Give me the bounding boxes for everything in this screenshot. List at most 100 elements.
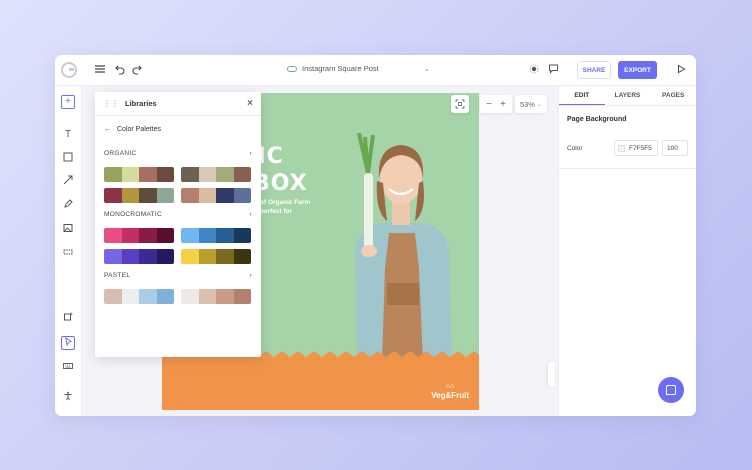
- comment-icon[interactable]: [546, 63, 560, 77]
- palette-swatch[interactable]: [104, 167, 122, 182]
- palette-swatch[interactable]: [198, 167, 216, 182]
- palette-swatch[interactable]: [216, 289, 234, 304]
- subline-line-2: perfect for: [260, 208, 293, 215]
- image-tool-icon[interactable]: [61, 223, 75, 237]
- palette-swatch[interactable]: [139, 249, 157, 264]
- color-palette[interactable]: [181, 289, 251, 304]
- zoom-level-dropdown[interactable]: 53% ⌄: [515, 95, 547, 113]
- palette-swatch[interactable]: [121, 228, 139, 243]
- palette-swatch[interactable]: [139, 289, 157, 304]
- palette-swatch[interactable]: [233, 289, 251, 304]
- keyboard-shortcuts-icon[interactable]: [61, 361, 75, 375]
- panel-collapse-handle[interactable]: [548, 361, 555, 387]
- color-palette[interactable]: [181, 228, 251, 243]
- palette-swatch[interactable]: [216, 228, 234, 243]
- tab-edit[interactable]: EDIT: [559, 86, 605, 105]
- frame-tool-icon[interactable]: [61, 247, 75, 261]
- pen-tool-icon[interactable]: [61, 199, 75, 213]
- palette-swatch[interactable]: [121, 167, 139, 182]
- chevron-down-icon: ⌄: [423, 65, 430, 73]
- palette-swatch[interactable]: [156, 188, 174, 203]
- text-tool-icon[interactable]: T: [61, 128, 75, 142]
- palette-section-header[interactable]: ORGANIC ›: [104, 150, 252, 157]
- palette-swatch[interactable]: [121, 289, 139, 304]
- palette-swatch[interactable]: [181, 228, 199, 243]
- color-palette[interactable]: [104, 167, 174, 182]
- palette-swatch[interactable]: [156, 289, 174, 304]
- palette-swatch[interactable]: [198, 188, 216, 203]
- color-palette[interactable]: [181, 188, 251, 203]
- palette-grid: [104, 228, 252, 264]
- zoom-out-button[interactable]: −: [486, 99, 492, 110]
- line-tool-icon[interactable]: [61, 175, 75, 189]
- palette-swatch[interactable]: [156, 228, 174, 243]
- libraries-title: Libraries: [125, 99, 157, 108]
- tab-pages[interactable]: PAGES: [650, 86, 696, 105]
- palette-swatch[interactable]: [139, 167, 157, 182]
- select-tool-icon[interactable]: [61, 336, 75, 350]
- palette-swatch[interactable]: [139, 188, 157, 203]
- color-palette[interactable]: [181, 249, 251, 264]
- crop-tool-icon[interactable]: [61, 312, 75, 326]
- export-button[interactable]: EXPORT: [618, 61, 657, 79]
- add-element-icon[interactable]: +: [61, 95, 75, 109]
- palette-swatch[interactable]: [198, 228, 216, 243]
- close-icon[interactable]: ×: [247, 98, 253, 109]
- palette-swatch[interactable]: [104, 188, 122, 203]
- palette-swatch[interactable]: [181, 167, 199, 182]
- color-palette[interactable]: [104, 249, 174, 264]
- color-swatch[interactable]: [618, 144, 625, 152]
- shape-tool-icon[interactable]: [61, 152, 75, 166]
- undo-icon[interactable]: [113, 63, 127, 77]
- redo-icon[interactable]: [130, 63, 144, 77]
- palette-swatch[interactable]: [181, 249, 199, 264]
- opacity-input[interactable]: 100: [662, 140, 688, 156]
- accessibility-icon[interactable]: [61, 391, 75, 405]
- palette-swatch[interactable]: [216, 188, 234, 203]
- share-button[interactable]: SHARE: [577, 61, 611, 79]
- palette-swatch[interactable]: [104, 289, 122, 304]
- play-preview-icon[interactable]: [674, 63, 688, 77]
- drag-handle-icon[interactable]: ⋮⋮: [103, 99, 119, 108]
- subline-text[interactable]: of Organic Farm perfect for: [260, 198, 310, 216]
- color-palette[interactable]: [104, 289, 174, 304]
- palette-swatch[interactable]: [181, 289, 199, 304]
- chat-support-button[interactable]: [658, 377, 684, 403]
- zoom-level: 53%: [519, 99, 535, 109]
- palette-swatch[interactable]: [233, 228, 251, 243]
- palette-swatch[interactable]: [198, 249, 216, 264]
- palette-swatch[interactable]: [156, 249, 174, 264]
- color-palette[interactable]: [104, 228, 174, 243]
- palette-section-name: PASTEL: [104, 272, 131, 279]
- color-palette[interactable]: [181, 167, 251, 182]
- palette-swatch[interactable]: [104, 249, 122, 264]
- brand-logo[interactable]: ⌂⌂ Veg&Fruit: [431, 383, 469, 400]
- palette-swatch[interactable]: [216, 249, 234, 264]
- menu-icon[interactable]: [93, 63, 107, 77]
- fit-to-screen-icon[interactable]: [451, 95, 469, 113]
- palette-swatch[interactable]: [139, 228, 157, 243]
- palette-swatch[interactable]: [181, 188, 199, 203]
- palette-swatch[interactable]: [216, 167, 234, 182]
- theme-toggle-icon[interactable]: [527, 63, 541, 77]
- tab-layers[interactable]: LAYERS: [605, 86, 651, 105]
- zoom-in-button[interactable]: +: [500, 99, 506, 110]
- app-logo-icon[interactable]: [61, 62, 77, 78]
- palette-swatch[interactable]: [156, 167, 174, 182]
- palette-swatch[interactable]: [121, 188, 139, 203]
- back-arrow-icon[interactable]: ←: [104, 126, 111, 133]
- palette-swatch[interactable]: [233, 167, 251, 182]
- properties-panel: EDIT LAYERS PAGES Page Background Color …: [558, 86, 696, 416]
- palette-swatch[interactable]: [121, 249, 139, 264]
- palette-swatch[interactable]: [104, 228, 122, 243]
- palette-section-header[interactable]: PASTEL ›: [104, 272, 252, 279]
- palette-section-header[interactable]: MONOCROMATIC ›: [104, 211, 252, 218]
- palette-swatch[interactable]: [233, 188, 251, 203]
- document-title-dropdown[interactable]: Instagram Square Post ⌄: [287, 64, 430, 73]
- color-input[interactable]: F7F5F5: [614, 140, 658, 156]
- woman-holding-leek-photo[interactable]: [337, 133, 462, 363]
- color-label: Color: [567, 144, 583, 152]
- palette-swatch[interactable]: [198, 289, 216, 304]
- color-palette[interactable]: [104, 188, 174, 203]
- palette-swatch[interactable]: [233, 249, 251, 264]
